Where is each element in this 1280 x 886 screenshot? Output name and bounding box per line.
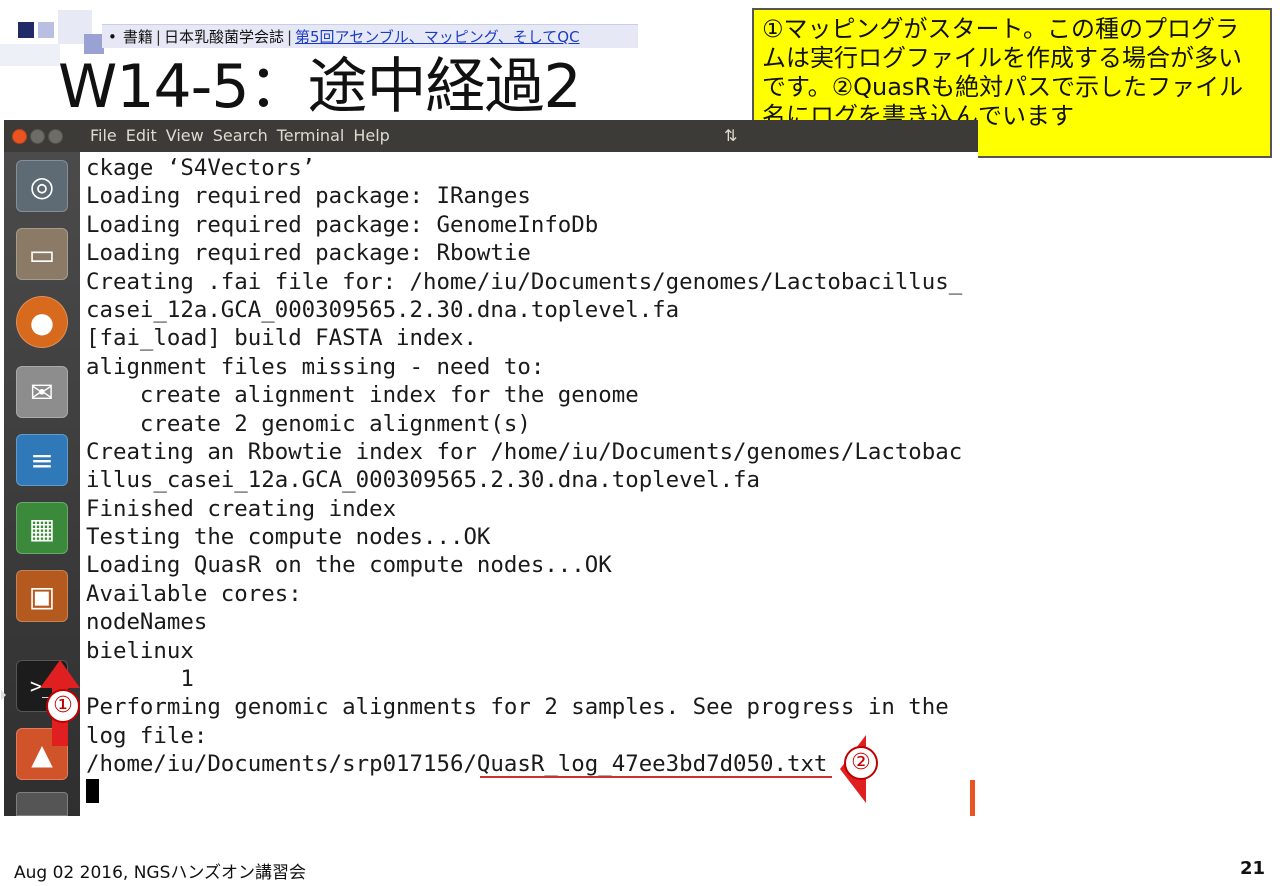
terminal-line: Loading QuasR on the compute nodes...OK	[86, 552, 612, 579]
impress-icon[interactable]: ▣	[16, 570, 68, 622]
terminal-line: Performing genomic alignments for 2 samp…	[86, 694, 949, 721]
terminal-line: alignment files missing - need to:	[86, 353, 545, 380]
page-number: 21	[1240, 858, 1266, 879]
terminal-menubar: File Edit View Search Terminal Help	[90, 120, 399, 152]
network-icon[interactable]: ⇅	[724, 126, 737, 145]
terminal-line: nodeNames	[86, 609, 208, 636]
menu-terminal[interactable]: Terminal	[277, 126, 345, 145]
trash-icon[interactable]	[16, 792, 68, 816]
menu-edit[interactable]: Edit	[126, 126, 157, 145]
ref-separator: |	[286, 28, 293, 46]
red-arrow-up	[40, 660, 80, 688]
terminal-line: Loading required package: GenomeInfoDb	[86, 211, 599, 238]
deco-square	[0, 44, 60, 66]
terminal-line: Testing the compute nodes...OK	[86, 524, 491, 551]
terminal-line: create alignment index for the genome	[86, 382, 639, 409]
ref-journal: 日本乳酸菌学会誌	[163, 28, 284, 46]
ref-bullet: •	[108, 28, 117, 46]
terminal-line: create 2 genomic alignment(s)	[86, 410, 531, 437]
terminal-line: 1	[86, 666, 194, 693]
menu-search[interactable]: Search	[213, 126, 268, 145]
menu-help[interactable]: Help	[353, 126, 389, 145]
terminal-line: ckage ‘S4Vectors’	[86, 155, 316, 181]
slide-footer: Aug 02 2016, NGSハンズオン講習会	[14, 863, 307, 883]
terminal-line: bielinux	[86, 637, 194, 664]
firefox-icon[interactable]: ●	[16, 296, 68, 348]
terminal-line: [fai_load] build FASTA index.	[86, 325, 477, 352]
marker-1: ①	[46, 689, 80, 723]
terminal-line: Available cores:	[86, 580, 302, 607]
maximize-icon[interactable]	[48, 129, 63, 144]
terminal-line: Loading required package: IRanges	[86, 183, 531, 210]
terminal-titlebar[interactable]: File Edit View Search Terminal Help ⇅	[4, 120, 978, 152]
terminal-line: casei_12a.GCA_000309565.2.30.dna.topleve…	[86, 296, 680, 323]
menu-file[interactable]: File	[90, 126, 117, 145]
terminal-scrollbar[interactable]	[970, 780, 975, 816]
slide-title: W14-5：途中経過2	[58, 52, 582, 122]
active-app-indicator	[1, 690, 6, 700]
log-filename-underline	[480, 776, 832, 778]
ubuntu-dash-icon[interactable]: ◎	[16, 160, 68, 212]
close-icon[interactable]	[12, 129, 27, 144]
ref-separator: |	[155, 28, 161, 46]
terminal-line: Creating .fai file for: /home/iu/Documen…	[86, 268, 963, 295]
mail-icon[interactable]: ✉	[16, 366, 68, 418]
minimize-icon[interactable]	[30, 129, 45, 144]
terminal-cursor	[86, 779, 99, 804]
terminal-line: illus_casei_12a.GCA_000309565.2.30.dna.t…	[86, 467, 761, 494]
ref-article-link[interactable]: 第5回アセンブル、マッピング、そしてQC	[295, 28, 580, 46]
calc-icon[interactable]: ▦	[16, 502, 68, 554]
deco-square	[18, 22, 34, 38]
marker-2: ②	[844, 746, 878, 780]
terminal-line: Finished creating index	[86, 495, 397, 522]
writer-icon[interactable]: ≡	[16, 434, 68, 486]
files-icon[interactable]: ▭	[16, 228, 68, 280]
terminal-output[interactable]: ckage ‘S4Vectors’ Loading required packag…	[86, 154, 976, 816]
reference-bar: • 書籍 | 日本乳酸菌学会誌 | 第5回アセンブル、マッピング、そしてQC	[102, 24, 638, 48]
menu-view[interactable]: View	[166, 126, 204, 145]
deco-square	[38, 22, 54, 38]
ref-book: 書籍	[122, 28, 153, 46]
terminal-line: Creating an Rbowtie index for /home/iu/D…	[86, 438, 963, 465]
terminal-line: Loading required package: Rbowtie	[86, 240, 531, 267]
